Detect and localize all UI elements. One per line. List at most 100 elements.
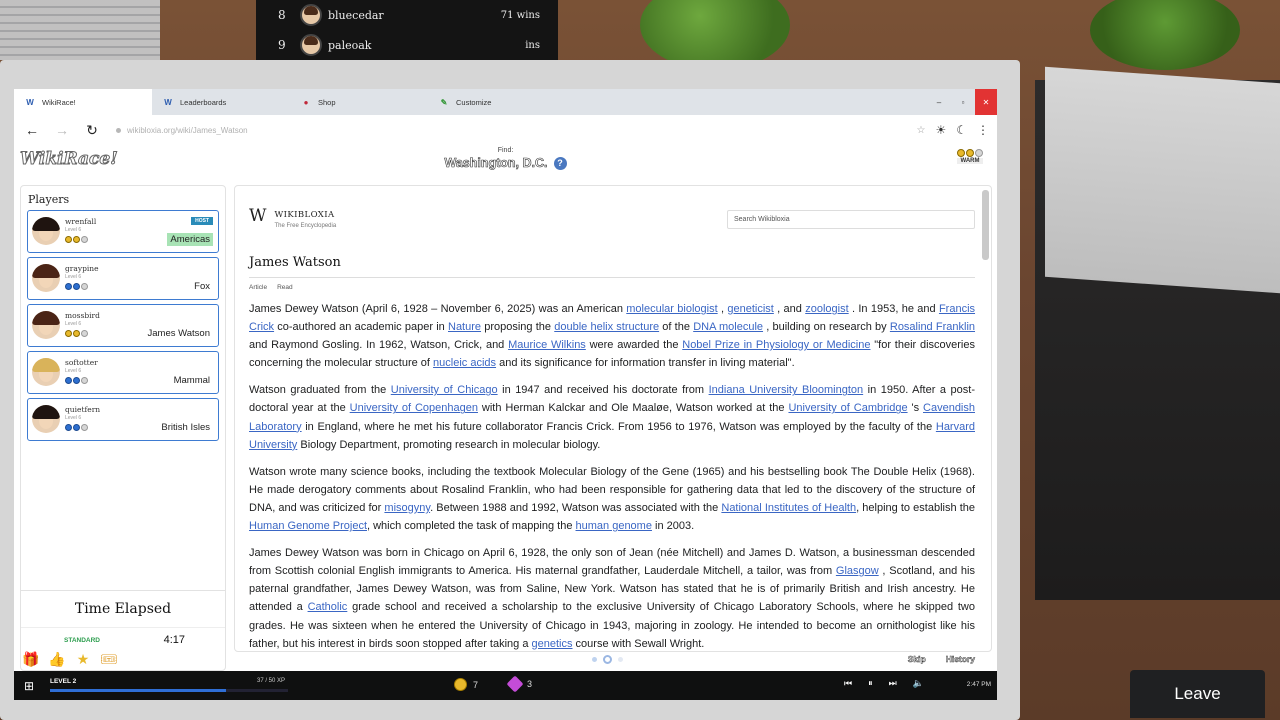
sun-icon[interactable]: ☀ — [935, 123, 946, 137]
article-link[interactable]: Catholic — [308, 601, 348, 613]
host-badge: HOST — [191, 217, 213, 225]
coin-icon — [65, 377, 72, 384]
player-card[interactable]: softotter Level 6 Mammal — [27, 351, 219, 394]
star-icon[interactable]: ★ — [74, 651, 92, 668]
level-label: LEVEL 2 — [50, 678, 77, 685]
tab-shop[interactable]: ● Shop — [290, 89, 428, 115]
minimize-button[interactable]: – — [927, 89, 951, 115]
page-dot[interactable] — [618, 656, 623, 662]
tab-leaderboards[interactable]: W Leaderboards — [152, 89, 290, 115]
wins: 71 wins — [500, 9, 540, 21]
player-current-page: British Isles — [161, 422, 210, 433]
tab-article[interactable]: Article — [249, 284, 267, 291]
pager — [592, 654, 623, 664]
player-current-page: Fox — [194, 281, 210, 292]
maximize-button[interactable]: ▫ — [951, 89, 975, 115]
tab-customize[interactable]: ✎ Customize — [428, 89, 566, 115]
coin-icon — [73, 283, 80, 290]
footer-icons: 🎁 👍 ★ 🎟 — [22, 651, 118, 668]
article-link[interactable]: Nature — [448, 321, 481, 333]
player-card[interactable]: wrenfall Level 6 HOST Americas — [27, 210, 219, 253]
next-icon[interactable]: ⏭ — [889, 678, 897, 689]
start-icon[interactable]: ⊞ — [24, 679, 34, 693]
star-icon[interactable]: ☆ — [917, 125, 926, 136]
player-card[interactable]: quietfern Level 6 British Isles — [27, 398, 219, 441]
avatar — [32, 358, 60, 386]
url-field[interactable]: wikibloxia.org/wiki/James_Watson — [112, 126, 907, 135]
players-panel: Players wrenfall Level 6 HOST Americas grayp… — [20, 185, 226, 671]
page-dot-active[interactable] — [603, 654, 612, 664]
player-card[interactable]: graypine Level 6 Fox — [27, 257, 219, 300]
wiki-search-input[interactable]: Search Wikibloxia — [727, 210, 975, 229]
player-current-page: James Watson — [147, 328, 210, 339]
article-link[interactable]: National Institutes of Health — [721, 502, 856, 514]
history-button[interactable]: History — [945, 654, 975, 665]
article-link[interactable]: molecular biologist — [626, 303, 717, 315]
article-link[interactable]: Human Genome Project — [249, 520, 367, 532]
wiki-brand: W WIKIBLOXIA The Free Encyclopedia — [249, 206, 336, 229]
target-display: Find: Washington, D.C. ? — [14, 147, 997, 172]
article-link[interactable]: University of Copenhagen — [350, 402, 478, 414]
wiki-icon: W — [26, 97, 34, 107]
article-link[interactable]: human genome — [576, 520, 652, 532]
player-level: Level 6 — [65, 321, 82, 327]
article-link[interactable]: double helix structure — [554, 321, 659, 333]
article-link[interactable]: Maurice Wilkins — [508, 339, 586, 351]
skip-button[interactable]: Skip — [908, 654, 926, 665]
article-link[interactable]: Glasgow — [836, 565, 879, 577]
volume-icon[interactable]: 🔈 — [913, 678, 924, 689]
gift-icon[interactable]: 🎁 — [22, 651, 40, 668]
xp-bar-fill — [50, 689, 227, 692]
article-link[interactable]: zoologist — [805, 303, 848, 315]
menu-icon[interactable]: ⋮ — [977, 123, 989, 137]
article-link[interactable]: nucleic acids — [433, 357, 496, 369]
reload-icon[interactable]: ↻ — [82, 122, 102, 139]
article-link[interactable]: Nobel Prize in Physiology or Medicine — [682, 339, 870, 351]
monitor-back — [1045, 66, 1280, 294]
article-link[interactable]: misogyny — [384, 502, 430, 514]
article-link[interactable]: Harvard University — [249, 421, 975, 451]
clock: 2:47 PM — [966, 681, 991, 688]
player-name: wrenfall — [65, 217, 97, 226]
close-button[interactable]: ✕ — [975, 89, 997, 115]
article-link[interactable]: Indiana University Bloomington — [709, 384, 864, 396]
article-link[interactable]: Rosalind Franklin — [890, 321, 975, 333]
thumbs-up-icon[interactable]: 👍 — [48, 651, 66, 668]
help-icon[interactable]: ? — [553, 156, 567, 170]
forward-icon[interactable]: → — [52, 122, 72, 138]
back-icon[interactable]: ← — [22, 122, 42, 138]
tab-read[interactable]: Read — [277, 284, 293, 291]
player-rank-coins — [65, 283, 88, 290]
coin-icon — [65, 236, 72, 243]
pause-icon[interactable]: ⏸ — [868, 678, 873, 689]
leave-button[interactable]: Leave — [1130, 670, 1265, 718]
player-level: Level 6 — [65, 274, 82, 280]
scrollbar[interactable] — [982, 190, 989, 260]
article-link[interactable]: geneticist — [727, 303, 773, 315]
avatar-hair — [32, 358, 60, 372]
lock-icon — [116, 127, 121, 133]
player-level: Level 6 — [65, 415, 82, 421]
wiki-icon: W — [164, 97, 172, 107]
ticket-icon[interactable]: 🎟 — [100, 651, 118, 668]
rank-label: WARM — [957, 158, 983, 164]
player-rank-coins — [65, 377, 88, 384]
window-blinds — [0, 0, 160, 60]
coin-icon — [65, 283, 72, 290]
coin-value: 7 — [473, 679, 479, 690]
moon-icon[interactable]: ☾ — [956, 123, 967, 137]
target-title: Washington, D.C. — [444, 156, 548, 171]
player-current-page: Mammal — [173, 375, 210, 386]
time-label: Time Elapsed — [74, 601, 172, 617]
article-link[interactable]: University of Cambridge — [788, 402, 907, 414]
previous-icon[interactable]: ⏮ — [844, 678, 852, 689]
tab-wikirace[interactable]: W WikiRace! — [14, 89, 152, 115]
coin-icon — [81, 424, 88, 431]
article-link[interactable]: University of Chicago — [391, 384, 498, 396]
game-header: WikiRace! Find: Washington, D.C. ? WARM — [14, 145, 997, 181]
player-name: bluecedar — [328, 8, 384, 22]
article-link[interactable]: DNA molecule — [693, 321, 763, 333]
page-dot[interactable] — [592, 656, 597, 662]
player-card[interactable]: mossbird Level 6 James Watson — [27, 304, 219, 347]
gem-count: 3 — [506, 675, 532, 693]
